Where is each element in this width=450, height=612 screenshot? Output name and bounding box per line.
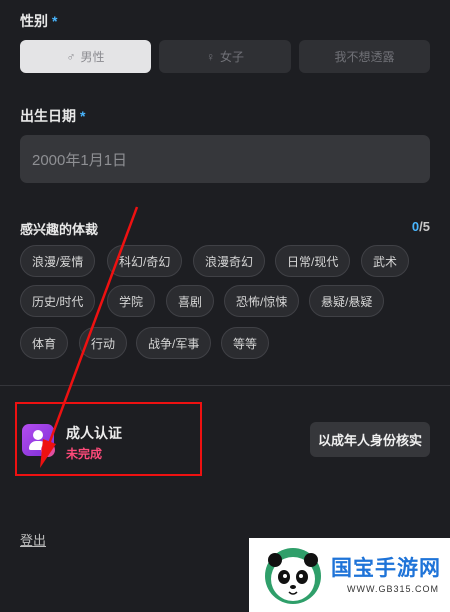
section-divider (0, 385, 450, 386)
annotation-highlight-box (15, 402, 202, 476)
panda-logo-icon (265, 548, 321, 604)
genre-tag[interactable]: 浪漫奇幻 (193, 245, 266, 277)
genre-tag[interactable]: 悬疑/悬疑 (309, 285, 385, 317)
genre-tag[interactable]: 恐怖/惊悚 (224, 285, 300, 317)
gender-option-male[interactable]: ♂ 男性 (20, 40, 151, 73)
genre-tag[interactable]: 日常/现代 (275, 245, 351, 277)
genre-tag[interactable]: 战争/军事 (136, 327, 212, 359)
genre-tag[interactable]: 等等 (221, 327, 270, 359)
required-mark: * (80, 108, 86, 124)
verify-adult-button[interactable]: 以成年人身份核实 (310, 422, 430, 457)
genres-label: 感兴趣的体裁 (20, 222, 99, 237)
genre-tag[interactable]: 喜剧 (166, 285, 215, 317)
female-icon: ♀ (205, 49, 215, 64)
watermark-url: WWW.GB315.COM (347, 584, 440, 594)
genre-tag[interactable]: 武术 (361, 245, 410, 277)
genre-tag[interactable]: 体育 (20, 327, 69, 359)
genre-tag[interactable]: 浪漫/爱情 (20, 245, 96, 277)
required-mark: * (52, 13, 58, 29)
birthdate-label: 出生日期 * (20, 108, 86, 124)
genre-tag[interactable]: 历史/时代 (20, 285, 96, 317)
watermark-name: 国宝手游网 (331, 557, 441, 580)
genre-tag[interactable]: 行动 (79, 327, 128, 359)
gender-option-female[interactable]: ♀ 女子 (159, 40, 291, 73)
logout-link[interactable]: 登出 (20, 530, 46, 549)
birthdate-input[interactable]: 2000年1月1日 (20, 135, 430, 183)
gender-label: 性别 * (20, 13, 58, 29)
genre-tag[interactable]: 科幻/奇幻 (107, 245, 183, 277)
gender-option-undisclosed[interactable]: 我不想透露 (299, 40, 430, 73)
male-icon: ♂ (66, 49, 76, 64)
genre-tag[interactable]: 学院 (107, 285, 156, 317)
watermark: 国宝手游网 WWW.GB315.COM (249, 538, 450, 612)
genre-counter: 0/5 (411, 219, 430, 234)
